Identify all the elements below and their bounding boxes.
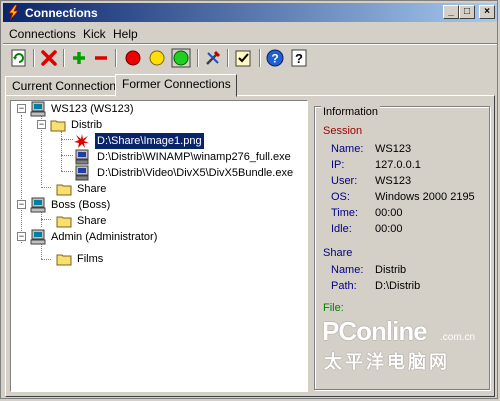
yellow-light-icon[interactable]: [147, 48, 167, 68]
session-time-key: Time:: [331, 207, 359, 219]
tab-former-connections[interactable]: Former Connections: [115, 74, 237, 97]
watermark-chinese: 太平洋电脑网: [324, 352, 450, 372]
tree-node-distrib[interactable]: − Distrib: [11, 117, 301, 133]
add-icon[interactable]: [69, 48, 89, 68]
folder-icon: [56, 216, 72, 228]
tree-node-boss[interactable]: − Boss (Boss): [11, 197, 301, 213]
toolbar-separator: [115, 49, 117, 67]
tree-label: Share: [77, 183, 107, 195]
tree-label-selected: D:\Share\Image1.png: [94, 132, 205, 150]
delete-x-icon[interactable]: [39, 48, 59, 68]
computer-icon: [30, 229, 46, 245]
session-user-value: WS123: [375, 175, 412, 187]
session-idle-key: Idle:: [331, 223, 352, 235]
tab-label: Current Connections: [12, 79, 123, 93]
title-bar[interactable]: Connections _ □ ×: [3, 3, 497, 22]
share-name-value: Distrib: [375, 264, 407, 276]
close-icon: ×: [484, 6, 490, 17]
tree-label: D:\Distrib\Video\DivX5\DivX5Bundle.exe: [97, 167, 294, 179]
information-panel: Information Session Name: WS123 IP: 127.…: [314, 100, 492, 392]
green-light-icon[interactable]: [171, 48, 191, 68]
red-light-icon[interactable]: [123, 48, 143, 68]
refresh-icon[interactable]: [9, 48, 29, 68]
session-name-value: WS123: [375, 143, 412, 155]
remove-icon[interactable]: [91, 48, 111, 68]
toolbar-separator: [33, 49, 35, 67]
session-ip-value: 127.0.0.1: [375, 159, 421, 171]
session-heading: Session: [323, 125, 363, 137]
tree-label: Share: [77, 215, 107, 227]
toolbar-separator: [197, 49, 199, 67]
information-title: Information: [321, 106, 381, 118]
connection-tree[interactable]: − WS123 (WS123) − Distrib D:\Share\Image…: [10, 100, 308, 392]
installer-icon: [75, 149, 89, 165]
toolbar: ? ?: [3, 45, 497, 71]
watermark-domain: .com.cn: [440, 332, 476, 343]
menu-connections[interactable]: Connections: [9, 27, 76, 41]
tree-label: Admin (Administrator): [51, 231, 158, 243]
svg-text:?: ?: [295, 51, 303, 66]
minimize-button[interactable]: _: [443, 5, 459, 19]
toolbar-separator: [259, 49, 261, 67]
close-button[interactable]: ×: [479, 5, 495, 19]
tree-node-share[interactable]: Share: [11, 181, 301, 197]
computer-icon: [30, 197, 46, 213]
tree-node-file-image1[interactable]: D:\Share\Image1.png: [11, 132, 301, 150]
toolbar-separator: [63, 49, 65, 67]
collapse-icon[interactable]: −: [17, 232, 26, 241]
svg-text:?: ?: [271, 52, 278, 66]
tree-node-file-divx[interactable]: D:\Distrib\Video\DivX5\DivX5Bundle.exe: [11, 165, 301, 181]
tree-node-share[interactable]: Share: [11, 213, 301, 229]
computer-icon: [30, 101, 46, 117]
session-time-value: 00:00: [375, 207, 403, 219]
session-os-value: Windows 2000 2195: [375, 191, 475, 203]
tree-label: Distrib: [71, 119, 103, 131]
session-ip-key: IP:: [331, 159, 345, 171]
share-heading: Share: [323, 247, 353, 259]
session-name-key: Name:: [331, 143, 364, 155]
toolbar-separator: [227, 49, 229, 67]
folder-icon: [56, 254, 72, 266]
checklist-icon[interactable]: [233, 48, 253, 68]
menu-help[interactable]: Help: [113, 27, 138, 41]
app-flash-icon: [8, 5, 19, 20]
tree-label: D:\Distrib\WINAMP\winamp276_full.exe: [97, 151, 291, 163]
maximize-icon: □: [463, 6, 471, 17]
window-title: Connections: [25, 6, 98, 20]
session-user-key: User:: [331, 175, 358, 187]
tools-icon[interactable]: [203, 48, 223, 68]
image-file-icon: [74, 134, 89, 148]
tree-node-admin[interactable]: − Admin (Administrator): [11, 229, 301, 245]
watermark-logo-text: PConline: [322, 316, 428, 346]
connections-window: Connections _ □ × Connections Kick Help: [0, 0, 498, 399]
folder-icon: [50, 120, 66, 132]
collapse-icon[interactable]: −: [17, 200, 26, 209]
share-path-value: D:\Distrib: [375, 280, 421, 292]
share-name-key: Name:: [331, 264, 364, 276]
maximize-button[interactable]: □: [459, 5, 475, 19]
menu-bar: Connections Kick Help: [3, 24, 497, 43]
session-idle-value: 00:00: [375, 223, 403, 235]
context-help-icon[interactable]: ?: [289, 48, 309, 68]
collapse-icon[interactable]: −: [17, 104, 26, 113]
help-icon[interactable]: ?: [265, 48, 285, 68]
tree-label: WS123 (WS123): [51, 103, 134, 115]
minimize-icon: _: [448, 6, 454, 17]
tree-label: Films: [77, 253, 104, 265]
installer-icon: [75, 165, 89, 181]
tree-node-ws123[interactable]: − WS123 (WS123): [11, 101, 301, 117]
tree-label: Boss (Boss): [51, 199, 111, 211]
session-os-key: OS:: [331, 191, 350, 203]
pconline-watermark: PConline .com.cn 太平洋电脑网: [322, 316, 492, 376]
share-path-key: Path:: [331, 280, 357, 292]
tree-node-films[interactable]: Films: [11, 251, 301, 267]
tab-label: Former Connections: [122, 77, 231, 91]
tab-current-connections[interactable]: Current Connections: [5, 76, 123, 96]
file-heading: File:: [323, 302, 344, 314]
folder-icon: [56, 184, 72, 196]
tree-node-file-winamp[interactable]: D:\Distrib\WINAMP\winamp276_full.exe: [11, 149, 301, 165]
menu-kick[interactable]: Kick: [83, 27, 106, 41]
collapse-icon[interactable]: −: [37, 120, 46, 129]
tab-panel: − WS123 (WS123) − Distrib D:\Share\Image…: [5, 95, 495, 397]
